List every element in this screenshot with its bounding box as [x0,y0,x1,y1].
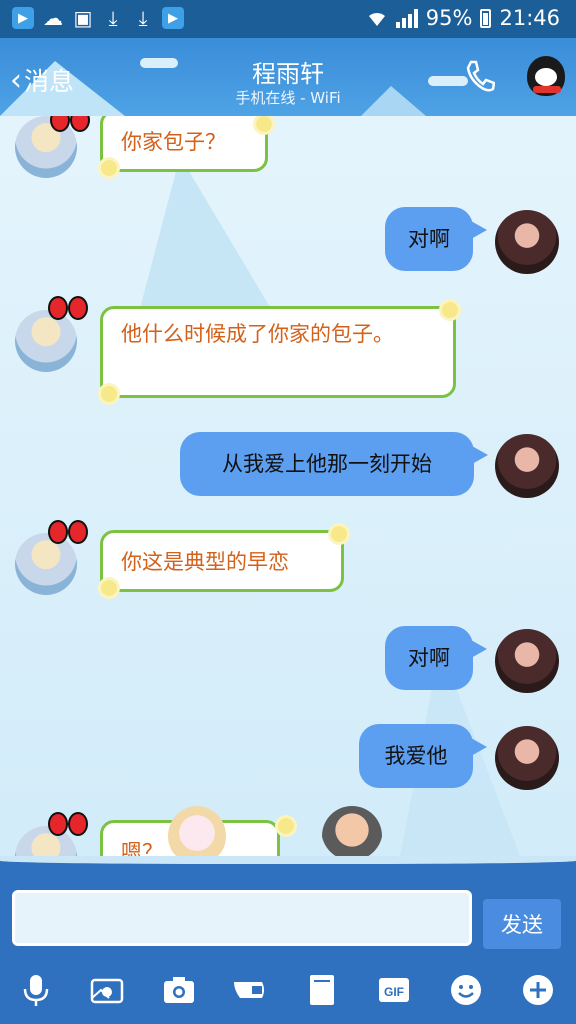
download-icon: ⤓ [138,6,148,30]
hongbao-icon[interactable] [230,970,270,1010]
my-avatar[interactable] [495,726,559,790]
bow-decoration [48,812,88,838]
message-text: 嗯？ [121,840,163,856]
flower-decoration [331,526,347,542]
emoji-icon[interactable] [446,970,486,1010]
message-bubble-right[interactable]: 对啊 [385,626,487,690]
my-avatar[interactable] [495,210,559,274]
message-bubble-right[interactable]: 对啊 [385,207,487,271]
message-bubble-right[interactable]: 从我爱上他那一刻开始 [180,432,488,496]
penguin-profile-button[interactable] [527,56,565,96]
message-text: 对啊 [408,646,450,670]
bow-decoration [48,520,88,546]
message-bubble-left[interactable]: 他什么时候成了你家的包子。 [100,306,456,398]
message-bubble-right[interactable]: 我爱他 [359,724,487,788]
message-text: 我爱他 [384,744,448,768]
chat-header: ‹ 消息 程雨轩 手机在线 - WiFi [0,38,576,116]
message-text: 你这是典型的早恋 [121,550,289,574]
battery-percent: 95% [425,6,473,30]
message-bubble-left[interactable]: 你这是典型的早恋 [100,530,344,592]
battery-icon [480,8,492,28]
my-avatar[interactable] [495,629,559,693]
input-toolbar: GIF [0,958,576,1024]
message-text: 从我爱上他那一刻开始 [222,452,432,476]
send-button[interactable]: 发送 [483,899,561,949]
flower-decoration [101,160,117,176]
message-bubble-left[interactable]: 你家包子？ [100,116,268,172]
flower-decoration [101,386,117,402]
bow-decoration [50,116,90,134]
boy-sticker [322,806,382,856]
message-list[interactable]: 你家包子？ 对啊 他什么时候成了你家的包子。 从我爱上他那一刻开始 你这是典型的… [0,116,576,856]
message-input[interactable] [12,890,472,946]
file-icon[interactable] [302,970,342,1010]
camera-icon[interactable] [159,970,199,1010]
notification-icons: ▶ ☁ ▣ ⤓ ⤓ ▶ [12,6,184,30]
microphone-icon[interactable] [16,970,56,1010]
video-app-icon: ▶ [12,7,34,29]
input-bar: 发送 [0,856,576,958]
bow-decoration [48,296,88,322]
gif-label: GIF [384,985,404,999]
wifi-icon [368,12,385,26]
signal-icon [395,8,418,28]
photo-album-icon[interactable] [87,970,127,1010]
message-text: 你家包子？ [121,130,226,154]
video-app-icon: ▶ [162,7,184,29]
flower-decoration [442,302,458,318]
bunny-sticker [168,806,226,856]
my-avatar[interactable] [495,434,559,498]
message-text: 对啊 [408,227,450,251]
phone-call-button[interactable] [465,60,496,100]
message-text: 他什么时候成了你家的包子。 [121,322,394,346]
cloud-icon: ☁ [43,6,63,30]
flower-decoration [101,580,117,596]
clock: 21:46 [499,6,560,30]
flower-decoration [256,116,272,132]
gif-icon[interactable]: GIF [374,970,414,1010]
image-icon: ▣ [73,6,93,30]
status-bar: ▶ ☁ ▣ ⤓ ⤓ ▶ 95% 21:46 [0,0,576,38]
download-icon: ⤓ [108,6,118,30]
phone-icon [466,60,496,92]
flower-decoration [278,818,294,834]
plus-icon[interactable] [518,970,558,1010]
